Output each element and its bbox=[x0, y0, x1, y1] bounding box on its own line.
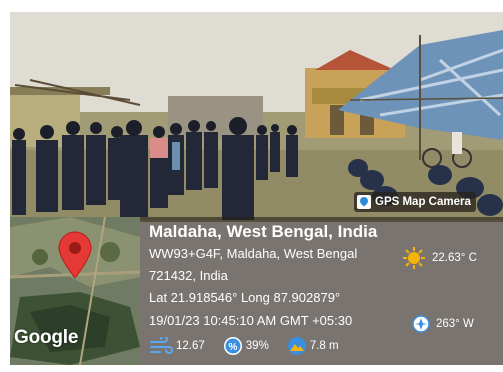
heading-value: 263° W bbox=[436, 318, 474, 330]
map-pin-icon bbox=[357, 195, 371, 209]
humidity-stat: % 39% bbox=[223, 336, 269, 356]
altitude-value: 7.8 m bbox=[309, 340, 339, 352]
svg-text:%: % bbox=[228, 342, 237, 353]
coordinates: Lat 21.918546° Long 87.902879° bbox=[149, 290, 341, 305]
badge-label: GPS Map Camera bbox=[375, 196, 471, 208]
location-title: Maldaha, West Bengal, India bbox=[149, 222, 378, 241]
temperature-value: 22.63° C bbox=[432, 252, 477, 264]
datetime: 19/01/23 10:45:10 AM GMT +05:30 bbox=[149, 313, 353, 328]
address-line-2: 721432, India bbox=[149, 268, 228, 283]
temperature-group: 22.63° C bbox=[402, 246, 477, 270]
address-line-1: WW93+G4F, Maldaha, West Bengal bbox=[149, 246, 358, 261]
compass-icon bbox=[412, 315, 430, 333]
map-pin-marker-icon bbox=[58, 231, 92, 279]
wind-value: 12.67 bbox=[176, 340, 205, 352]
building-center bbox=[168, 96, 263, 138]
altitude-stat: 7.8 m bbox=[287, 336, 339, 356]
humidity-icon: % bbox=[223, 337, 242, 355]
humidity-value: 39% bbox=[245, 340, 269, 352]
sun-icon bbox=[403, 247, 425, 269]
stats-row: 12.67 % 39% 7.8 m bbox=[149, 336, 357, 356]
wind-stat: 12.67 bbox=[149, 337, 205, 355]
altitude-icon bbox=[287, 337, 306, 355]
heading-group: 263° W bbox=[412, 315, 474, 333]
gps-map-camera-badge: GPS Map Camera bbox=[354, 192, 476, 212]
wind-icon bbox=[150, 337, 173, 354]
map-thumbnail[interactable]: Google bbox=[10, 217, 140, 365]
map-brand-label: Google bbox=[14, 327, 79, 348]
